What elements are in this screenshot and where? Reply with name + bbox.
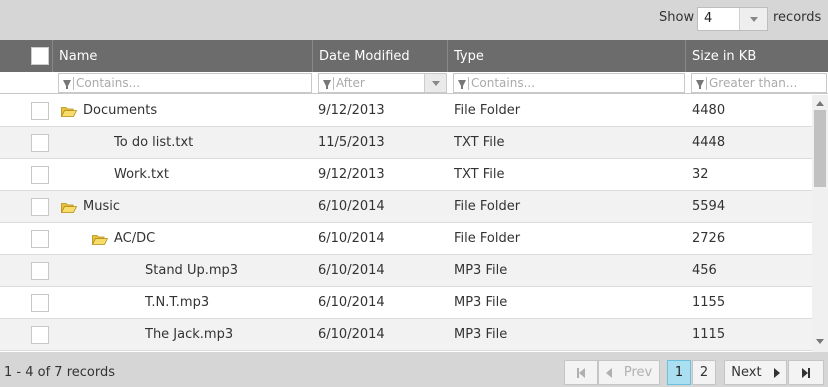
records-label: records: [773, 10, 822, 25]
row-date: 9/12/2013: [318, 103, 385, 118]
type-filter-placeholder: Contains...: [471, 76, 536, 90]
row-name: Documents: [83, 103, 158, 118]
next-label: Next: [731, 365, 762, 380]
row-date: 6/10/2014: [318, 295, 385, 310]
table-row[interactable]: Work.txt 9/12/2013 TXT File 32: [0, 159, 812, 191]
grid-header: Name Date Modified Type Size in KB: [0, 40, 828, 72]
show-label: Show: [659, 10, 695, 25]
table-row[interactable]: AC/DC 6/10/2014 File Folder 2726: [0, 223, 812, 255]
page-1-button[interactable]: 1: [667, 360, 691, 385]
chevron-down-icon[interactable]: [739, 8, 767, 30]
page-size-value: 4: [704, 11, 713, 26]
row-name: Stand Up.mp3: [145, 263, 239, 278]
row-checkbox[interactable]: [31, 166, 49, 184]
last-page-icon: [802, 365, 810, 380]
next-page-icon: [773, 367, 780, 378]
page-2-button[interactable]: 2: [692, 360, 716, 385]
row-size: 1115: [692, 327, 726, 342]
table-row[interactable]: Music 6/10/2014 File Folder 5594: [0, 191, 812, 223]
table-row[interactable]: Stand Up.mp3 6/10/2014 MP3 File 456: [0, 255, 812, 287]
row-size: 456: [692, 263, 717, 278]
funnel-icon[interactable]: [458, 80, 466, 89]
table-row[interactable]: T.N.T.mp3 6/10/2014 MP3 File 1155: [0, 287, 812, 319]
row-date: 9/12/2013: [318, 167, 385, 182]
prev-label: Prev: [623, 365, 653, 380]
date-filter-input[interactable]: After: [318, 73, 447, 93]
table-row[interactable]: The Jack.mp3 6/10/2014 MP3 File 1115: [0, 319, 812, 351]
row-type: MP3 File: [454, 327, 508, 342]
filter-row: Contains... After Contains... Greater th…: [0, 72, 828, 94]
row-checkbox[interactable]: [31, 134, 49, 152]
row-checkbox[interactable]: [31, 262, 49, 280]
row-name: AC/DC: [114, 231, 156, 246]
folder-open-icon: [92, 235, 108, 245]
row-type: MP3 File: [454, 263, 508, 278]
scroll-up-icon[interactable]: [816, 101, 824, 106]
chevron-down-icon[interactable]: [424, 74, 446, 92]
pager-info: 1 - 4 of 7 records: [4, 365, 115, 380]
row-name: T.N.T.mp3: [145, 295, 210, 310]
folder-open-icon: [61, 203, 77, 213]
column-header-type[interactable]: Type: [447, 40, 685, 72]
column-header-size[interactable]: Size in KB: [685, 40, 828, 72]
row-date: 11/5/2013: [318, 135, 385, 150]
funnel-icon[interactable]: [323, 80, 331, 89]
funnel-icon[interactable]: [696, 80, 704, 89]
row-size: 1155: [692, 295, 726, 310]
funnel-icon[interactable]: [63, 80, 71, 89]
grid-toolbar: Show 4 records: [0, 0, 828, 40]
row-size: 2726: [692, 231, 726, 246]
select-all-checkbox[interactable]: [31, 47, 49, 65]
row-size: 4448: [692, 135, 726, 150]
table-row[interactable]: To do list.txt 11/5/2013 TXT File 4448: [0, 127, 812, 159]
vertical-scrollbar[interactable]: [812, 95, 828, 352]
row-name: To do list.txt: [114, 135, 194, 150]
row-date: 6/10/2014: [318, 327, 385, 342]
row-checkbox[interactable]: [31, 294, 49, 312]
prev-page-button[interactable]: Prev: [598, 360, 660, 385]
size-filter-input[interactable]: Greater than...: [691, 73, 827, 93]
row-checkbox[interactable]: [31, 102, 49, 120]
folder-open-icon: [61, 107, 77, 117]
row-name: The Jack.mp3: [145, 327, 234, 342]
row-type: MP3 File: [454, 295, 508, 310]
row-type: TXT File: [454, 135, 505, 150]
row-size: 4480: [692, 103, 726, 118]
row-name: Work.txt: [114, 167, 169, 182]
table-row[interactable]: Documents 9/12/2013 File Folder 4480: [0, 95, 812, 127]
grid-body: Documents 9/12/2013 File Folder 4480 To …: [0, 95, 812, 352]
next-page-button[interactable]: Next: [724, 360, 787, 385]
type-filter-input[interactable]: Contains...: [453, 73, 685, 93]
prev-page-icon: [605, 367, 612, 378]
row-size: 5594: [692, 199, 726, 214]
size-filter-placeholder: Greater than...: [709, 76, 798, 90]
row-checkbox[interactable]: [31, 198, 49, 216]
scroll-down-icon[interactable]: [816, 339, 824, 344]
grid-pager: 1 - 4 of 7 records Prev 1 2 Next: [0, 352, 828, 387]
page-size-select[interactable]: 4: [697, 7, 768, 31]
column-header-date-modified[interactable]: Date Modified: [312, 40, 447, 72]
row-size: 32: [692, 167, 709, 182]
date-filter-placeholder: After: [336, 76, 365, 90]
last-page-button[interactable]: [788, 360, 824, 385]
row-type: TXT File: [454, 167, 505, 182]
row-type: File Folder: [454, 199, 521, 214]
row-date: 6/10/2014: [318, 231, 385, 246]
first-page-button[interactable]: [564, 360, 598, 385]
name-filter-input[interactable]: Contains...: [58, 73, 312, 93]
first-page-icon: [577, 365, 585, 380]
scrollbar-thumb[interactable]: [814, 110, 826, 187]
column-header-name[interactable]: Name: [52, 40, 312, 72]
name-filter-placeholder: Contains...: [76, 76, 141, 90]
row-checkbox[interactable]: [31, 230, 49, 248]
row-checkbox[interactable]: [31, 326, 49, 344]
row-name: Music: [83, 199, 120, 214]
row-date: 6/10/2014: [318, 263, 385, 278]
row-type: File Folder: [454, 231, 521, 246]
row-date: 6/10/2014: [318, 199, 385, 214]
row-type: File Folder: [454, 103, 521, 118]
